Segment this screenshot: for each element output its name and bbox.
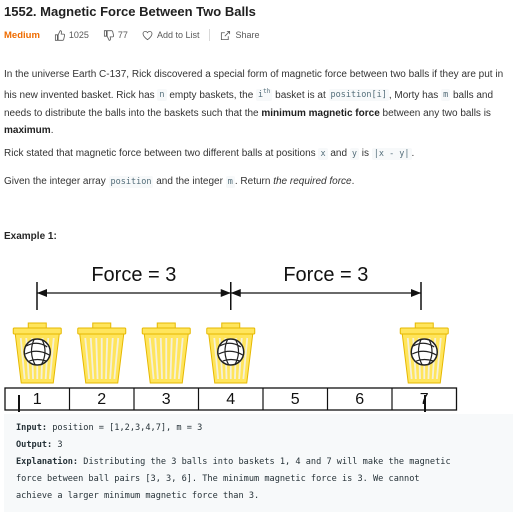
example-title: Example 1: [4, 231, 57, 242]
divider [209, 29, 211, 41]
code-y: y [349, 148, 359, 160]
explanation-line-1: Distributing the 3 balls into baskets 1,… [78, 457, 451, 467]
force-arrow-head-right-1 [220, 289, 231, 297]
example-code-block: Input: position = [1,2,3,4,7], m = 3 Out… [4, 414, 513, 512]
slot-label-3: 3 [162, 391, 171, 408]
like-count: 1025 [68, 30, 89, 40]
code-m-2: m [225, 176, 235, 188]
input-label: Input: [16, 423, 48, 433]
basket-with-ball-7 [399, 322, 449, 384]
force-arrow-head-left-1 [37, 289, 47, 297]
explanation-label: Explanation: [16, 457, 79, 467]
problem-meta-bar: Medium 1025 77 Add to List Share [4, 29, 274, 41]
share-button[interactable]: Share [220, 30, 260, 41]
output-label: Output: [16, 440, 53, 450]
dislike-button[interactable]: 77 [103, 29, 128, 41]
add-to-list-button[interactable]: Add to List [142, 30, 200, 41]
share-icon [221, 30, 231, 40]
force-arrow-head-left-2 [230, 289, 241, 297]
empty-basket-2 [77, 322, 127, 384]
dislike-count: 77 [117, 30, 128, 40]
code-m: m [441, 89, 451, 102]
output-value: 3 [52, 440, 63, 450]
force-label-1: Force = 3 [91, 264, 176, 286]
slot-label-6: 6 [355, 391, 364, 408]
slot-label-2: 2 [97, 391, 106, 408]
basket-with-ball-1 [12, 322, 62, 384]
explanation-line-3: achieve a larger minimum magnetic force … [16, 491, 260, 501]
basket-with-ball-4 [206, 322, 256, 384]
slot-label-1: 1 [33, 391, 42, 408]
input-value: position = [1,2,3,4,7], m = 3 [47, 423, 203, 433]
code-position: position [108, 176, 154, 188]
empty-basket-3 [141, 322, 191, 384]
code-position-i: position[i] [328, 89, 389, 102]
description-paragraph-1: In the universe Earth C-137, Rick discov… [4, 69, 504, 137]
code-formula: |x - y| [371, 148, 412, 160]
slot-label-5: 5 [291, 391, 300, 408]
code-x: x [318, 148, 328, 160]
slot-label-4: 4 [226, 391, 235, 408]
explanation-line-2: force between ball pairs [3, 3, 6]. The … [16, 474, 420, 484]
problem-title: 1552. Magnetic Force Between Two Balls [4, 4, 256, 19]
description-paragraph-2: Rick stated that magnetic force between … [4, 148, 415, 160]
thumbs-up-icon [54, 29, 65, 41]
code-i: ith [256, 88, 273, 102]
like-button[interactable]: 1025 [54, 29, 89, 41]
difficulty-badge: Medium [4, 29, 40, 41]
share-label: Share [235, 30, 260, 40]
thumbs-down-icon [103, 29, 114, 41]
description-paragraph-3: Given the integer array position and the… [4, 176, 355, 188]
code-n: n [157, 89, 167, 102]
example-diagram: 1234567Force = 3Force = 3 [4, 264, 458, 412]
force-label-2: Force = 3 [283, 264, 368, 286]
heart-icon [142, 30, 153, 40]
force-arrow-head-right-2 [411, 289, 421, 297]
add-to-list-label: Add to List [156, 30, 200, 40]
